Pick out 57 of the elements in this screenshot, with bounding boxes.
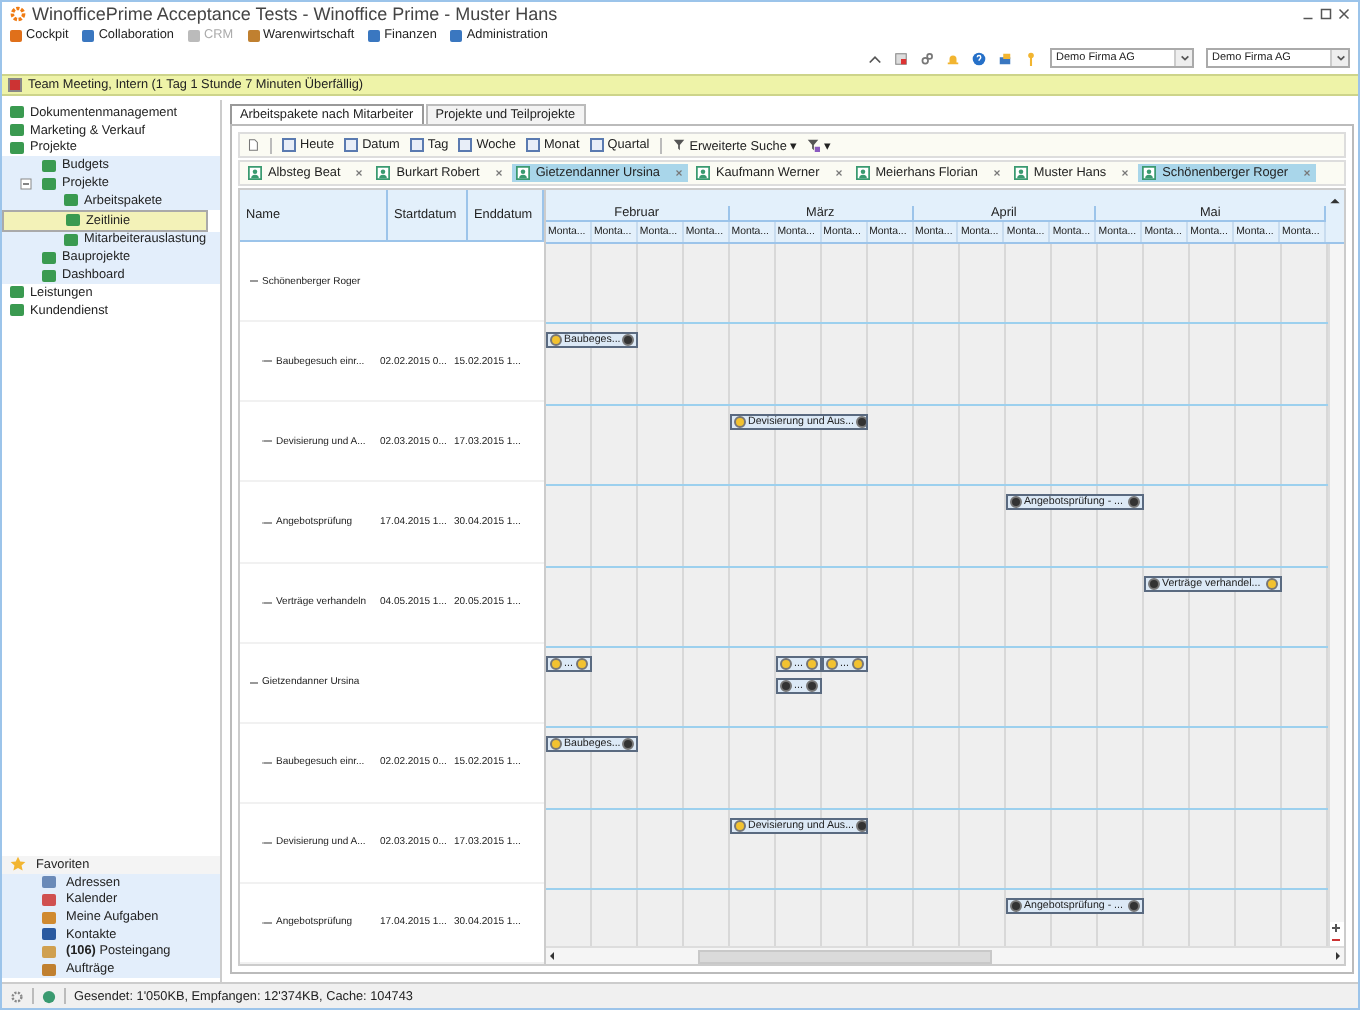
settings-icon[interactable] <box>10 989 24 1003</box>
close-icon[interactable] <box>991 168 1002 178</box>
person-icon <box>515 166 530 180</box>
help-icon[interactable] <box>972 51 986 65</box>
minus-icon[interactable] <box>1330 934 1342 946</box>
person-icon <box>248 166 262 180</box>
close-icon[interactable] <box>1338 7 1350 19</box>
clock-icon <box>576 657 588 670</box>
close-icon[interactable] <box>833 168 844 178</box>
person-icon <box>695 166 710 180</box>
calendar-icon[interactable] <box>894 51 908 65</box>
star-icon <box>10 856 26 873</box>
maximize-icon[interactable] <box>1320 7 1332 19</box>
close-icon[interactable] <box>493 168 504 178</box>
status-dot-icon <box>42 989 56 1003</box>
status-icon <box>856 819 866 832</box>
clock-icon <box>852 657 864 670</box>
chevron-down-icon <box>1335 54 1345 62</box>
window-title: WinofficePrime Acceptance Tests - Winoffice Prime - Muster Hans <box>32 3 558 23</box>
clock-icon <box>550 657 562 670</box>
status-icon <box>780 679 792 692</box>
clock-icon <box>550 334 562 347</box>
status-icon <box>622 334 635 347</box>
filter-icon <box>671 138 686 152</box>
chevron-down-icon <box>1179 54 1189 62</box>
collapse-icon[interactable] <box>20 177 32 190</box>
person-icon <box>855 166 870 180</box>
status-icon <box>856 415 866 428</box>
scrollbar-thumb[interactable] <box>698 949 992 963</box>
status-icon <box>1010 900 1022 913</box>
clock-icon <box>1266 577 1278 590</box>
filter-icon <box>806 138 821 152</box>
scroll-right-icon[interactable] <box>1332 950 1344 962</box>
link-icon[interactable] <box>920 51 934 65</box>
document-icon[interactable] <box>246 138 260 152</box>
scroll-left-icon[interactable] <box>546 950 558 962</box>
gear-icon <box>10 5 26 21</box>
status-icon <box>1128 496 1140 509</box>
clock-icon <box>734 819 746 832</box>
caret-up-icon[interactable] <box>868 51 882 65</box>
scroll-up-icon[interactable] <box>1328 194 1342 208</box>
person-icon <box>1013 166 1028 180</box>
status-icon <box>622 738 635 751</box>
close-icon[interactable] <box>1120 168 1131 178</box>
status-icon <box>1128 900 1140 913</box>
clock-icon <box>780 657 792 670</box>
clock-icon <box>734 415 746 428</box>
status-icon <box>1010 496 1022 509</box>
person-icon <box>376 166 391 180</box>
person-icon <box>1142 166 1157 180</box>
status-icon <box>806 679 818 692</box>
close-icon[interactable] <box>354 168 365 178</box>
plus-icon[interactable] <box>1330 922 1342 934</box>
status-icon <box>1148 577 1160 590</box>
folder-icon[interactable] <box>998 51 1012 65</box>
scrollbar-track[interactable] <box>1330 244 1344 922</box>
clock-icon <box>550 738 562 751</box>
